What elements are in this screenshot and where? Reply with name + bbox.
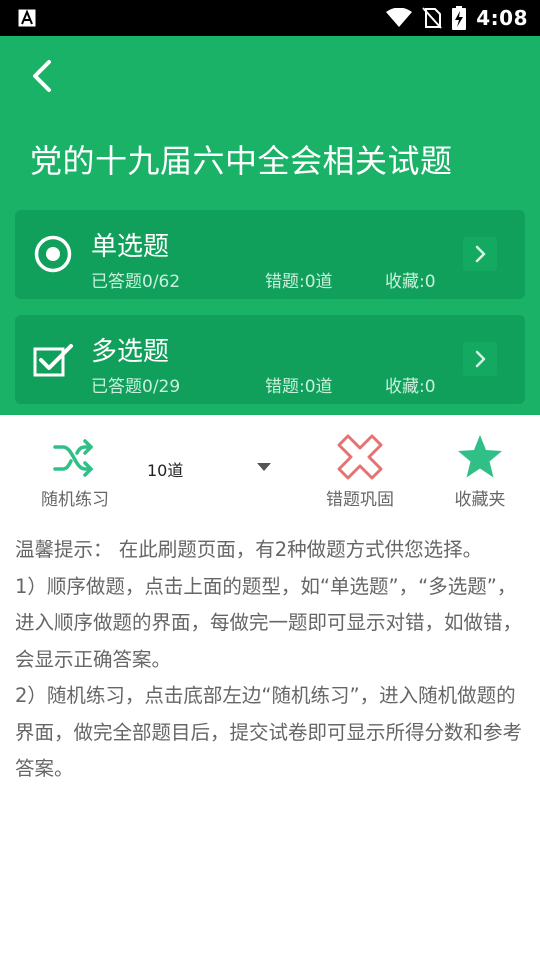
answered-count: 已答题0/62 [91,272,181,292]
chevron-right-icon [463,237,497,271]
favorites-label: 收藏夹 [454,490,506,510]
tips-intro: 温馨提示： 在此刷题页面，有2种做题方式供您选择。 [15,538,483,561]
single-choice-card[interactable]: 单选题 已答题0/62 错题:0道 收藏:0 [15,210,525,299]
app-a-icon [18,9,36,27]
radio-target-icon [34,235,72,273]
card-title: 单选题 [91,232,170,262]
favorites-button[interactable]: 收藏夹 [440,433,520,510]
favorites-count: 收藏:0 [385,272,436,292]
cross-x-icon [337,434,383,480]
random-practice-button[interactable]: 随机练习 [30,433,120,510]
wrong-count: 错题:0道 [265,377,333,397]
battery-charging-icon [452,6,467,30]
question-count-select[interactable]: 10道 [147,445,277,489]
chevron-right-icon [463,342,497,376]
wrong-review-label: 错题巩固 [326,490,394,510]
tips-text: 温馨提示： 在此刷题页面，有2种做题方式供您选择。 1）顺序做题，点击上面的题型… [15,532,525,788]
checkbox-checked-icon [33,344,73,377]
tips-sequential: 1）顺序做题，点击上面的题型，如“单选题”，“多选题”，进入顺序做题的界面，每做… [15,574,523,671]
multi-choice-card[interactable]: 多选题 已答题0/29 错题:0道 收藏:0 [15,315,525,404]
card-title: 多选题 [91,337,170,367]
no-sim-icon [422,7,442,29]
status-icons: 4:08 [386,0,528,36]
star-icon [458,435,502,478]
wifi-icon [386,8,413,27]
answered-count: 已答题0/29 [91,377,181,397]
page-title: 党的十九届六中全会相关试题 [30,142,453,180]
status-time: 4:08 [476,6,528,30]
practice-toolbar: 随机练习 10道 错题巩固 收藏夹 [0,415,540,525]
wrong-count: 错题:0道 [265,272,333,292]
favorites-count: 收藏:0 [385,377,436,397]
back-arrow-icon[interactable] [22,54,66,98]
shuffle-icon [53,439,93,477]
question-count-value: 10道 [147,461,184,480]
header: 党的十九届六中全会相关试题 单选题 已答题0/62 错题:0道 收藏:0 多选题… [0,36,540,415]
random-practice-label: 随机练习 [41,490,109,510]
wrong-review-button[interactable]: 错题巩固 [312,433,408,510]
tips-random: 2）随机练习，点击底部左边“随机练习”，进入随机做题的界面，做完全部题目后，提交… [15,684,523,780]
status-bar: 4:08 [0,0,540,36]
dropdown-arrow-icon [257,463,271,471]
